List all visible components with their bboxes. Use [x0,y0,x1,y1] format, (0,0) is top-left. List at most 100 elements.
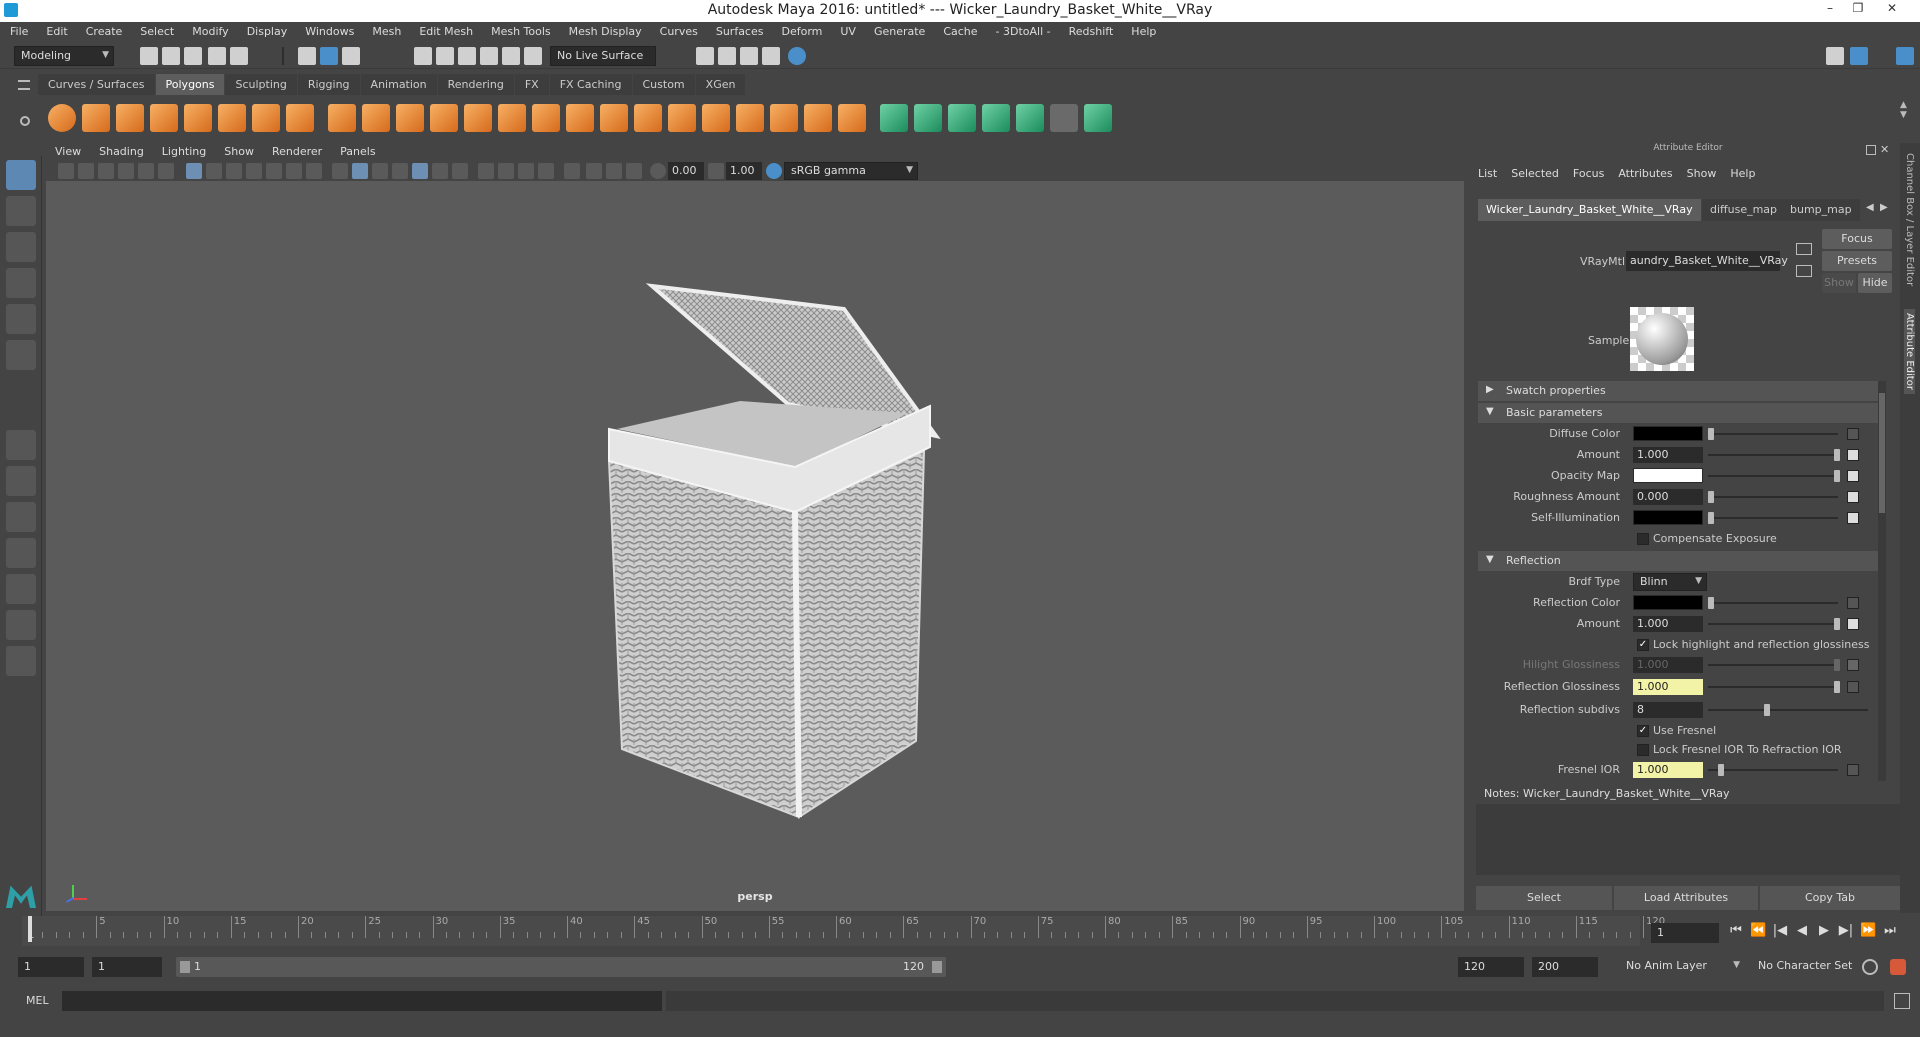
snap-point-icon[interactable] [458,47,476,65]
opacity-swatch[interactable] [1633,468,1703,483]
range-slider[interactable]: 1 120 [176,957,946,977]
step-back-frame-icon[interactable]: |◀ [1772,923,1788,939]
time-slider[interactable]: 1 51015202530354045505560657075808590951… [22,916,1665,946]
ae-menu-focus[interactable]: Focus [1573,167,1604,180]
workspace-icon[interactable] [1826,47,1844,65]
notes-panel[interactable]: Notes: Wicker_Laundry_Basket_White__VRay [1476,783,1900,875]
slider-handle[interactable] [1718,764,1724,776]
bookmark-icon[interactable] [98,163,114,179]
xray-joints-icon[interactable] [606,163,622,179]
fresnel-ior-field[interactable]: 1.000 [1633,762,1703,778]
shelf-tab-animation[interactable]: Animation [360,74,437,95]
menuset-dropdown[interactable]: Modeling ▼ [14,46,114,66]
new-scene-icon[interactable] [140,47,158,65]
camera-attributes-icon[interactable] [78,163,94,179]
hypershade-icon[interactable] [788,47,806,65]
rotate-tool-icon[interactable] [6,304,36,334]
slider-handle[interactable] [1708,428,1714,440]
refl-color-slider[interactable] [1708,602,1838,604]
perspective-viewport[interactable]: persp [46,181,1464,911]
animation-end-field[interactable]: 200 [1532,957,1598,977]
shelf-tab-rigging[interactable]: Rigging [297,74,360,95]
two-pane-layout-icon[interactable] [6,502,36,532]
select-tool-icon[interactable] [6,160,36,190]
map-connected-icon[interactable] [1847,764,1859,776]
shelf-scroll-icon[interactable]: ▲ ▼ [1900,100,1907,120]
select-by-component-icon[interactable] [342,47,360,65]
menu-windows[interactable]: Windows [296,22,363,38]
gamma-icon[interactable] [708,163,724,179]
select-by-hierarchy-icon[interactable] [298,47,316,65]
step-back-key-icon[interactable]: ⏪ [1750,923,1766,939]
poly-plane-icon[interactable] [184,104,212,132]
side-tab-channel-box[interactable]: Channel Box / Layer Editor [1904,153,1915,286]
input-connection-icon[interactable] [1796,243,1812,255]
menu-file[interactable]: File [0,22,37,38]
character-set-dropdown[interactable]: No Character Set [1752,957,1866,977]
snap-grid-icon[interactable] [414,47,432,65]
resolution-gate-icon[interactable] [226,163,242,179]
vp-menu-renderer[interactable]: Renderer [263,143,331,160]
spherical-uv-icon[interactable] [948,104,976,132]
color-management-icon[interactable] [766,163,782,179]
roughness-slider[interactable] [1708,496,1838,498]
planar-uv-icon[interactable] [880,104,908,132]
ae-menu-attributes[interactable]: Attributes [1618,167,1672,180]
snap-live-icon[interactable] [524,47,542,65]
grease-pencil-icon[interactable] [158,163,174,179]
focus-button[interactable]: Focus [1822,229,1892,249]
poly-cube-icon[interactable] [82,104,110,132]
ae-menu-list[interactable]: List [1478,167,1497,180]
fresnel-ior-slider[interactable] [1708,769,1838,771]
menu-3dtoall[interactable]: - 3DtoAll - [987,22,1060,38]
shelf-tab-sculpting[interactable]: Sculpting [225,74,297,95]
shelf-menu-icon[interactable] [18,80,30,90]
slider-handle[interactable] [1834,470,1840,482]
slider-handle[interactable] [1708,597,1714,609]
current-frame-field[interactable]: 1 [1651,923,1719,943]
two-d-pan-icon[interactable] [138,163,154,179]
material-name-field[interactable]: aundry_Basket_White__VRay [1626,251,1788,271]
section-basic-parameters[interactable]: ▼ Basic parameters [1478,403,1884,423]
auto-key-icon[interactable] [1862,959,1878,975]
poly-pipe-icon[interactable] [286,104,314,132]
attribute-editor-toggle-icon[interactable] [1896,47,1914,65]
menu-generate[interactable]: Generate [865,22,934,38]
outliner-layout-icon[interactable] [6,538,36,568]
menu-edit[interactable]: Edit [37,22,76,38]
scale-tool-icon[interactable] [6,340,36,370]
exposure-icon[interactable] [650,163,666,179]
toggle-sidebar-icon[interactable] [1850,47,1868,65]
unfold-uv-icon[interactable] [1016,104,1044,132]
undo-icon[interactable] [208,47,226,65]
anti-aliasing-icon[interactable] [518,163,534,179]
go-to-start-icon[interactable]: ⏮ [1728,923,1744,939]
slider-handle[interactable] [1834,449,1840,461]
side-tab-attribute-editor[interactable]: Attribute Editor [1904,309,1915,394]
color-space-dropdown[interactable]: sRGB gamma ▼ [784,162,918,180]
default-material-icon[interactable] [372,163,388,179]
animation-start-field[interactable]: 1 [18,957,84,977]
save-scene-icon[interactable] [184,47,202,65]
vp-menu-show[interactable]: Show [215,143,263,160]
image-plane-icon[interactable] [118,163,134,179]
play-forward-icon[interactable]: ▶ [1816,923,1832,939]
float-panel-icon[interactable] [1866,145,1876,155]
uv-editor-icon[interactable] [1050,104,1078,132]
hypershade-layout-icon[interactable] [6,610,36,640]
shelf-settings-icon[interactable] [20,116,30,126]
four-pane-layout-icon[interactable] [6,466,36,496]
safe-action-icon[interactable] [286,163,302,179]
menu-mesh-display[interactable]: Mesh Display [560,22,651,38]
amount-slider[interactable] [1708,454,1838,456]
map-connected-icon[interactable] [1847,428,1859,440]
ae-tab-bump-map[interactable]: bump_map [1782,199,1860,221]
textured-icon[interactable] [412,163,428,179]
use-all-lights-icon[interactable] [432,163,448,179]
map-checker-icon[interactable] [1847,512,1859,524]
snap-view-plane-icon[interactable] [480,47,498,65]
lasso-tool-icon[interactable] [6,196,36,226]
use-fresnel-checkbox[interactable]: ✓ [1637,725,1649,737]
depth-of-field-icon[interactable] [538,163,554,179]
roughness-field[interactable]: 0.000 [1633,489,1703,505]
